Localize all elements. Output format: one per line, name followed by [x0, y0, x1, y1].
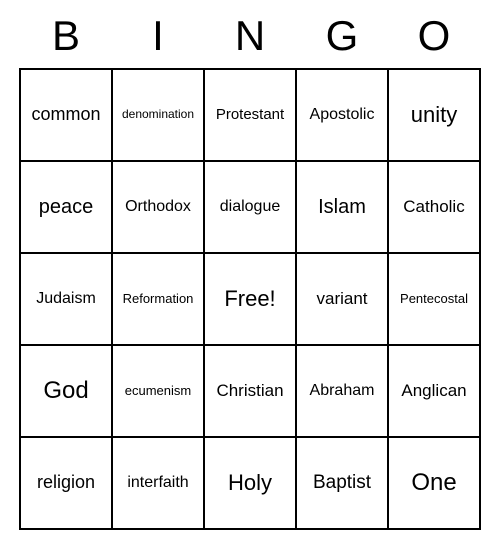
cell-text: variant [316, 290, 367, 309]
bingo-cell[interactable]: Christian [204, 345, 296, 437]
bingo-cell[interactable]: peace [20, 161, 112, 253]
cell-text: Apostolic [310, 106, 375, 124]
cell-text: Orthodox [125, 198, 191, 216]
bingo-header: B I N G O [20, 12, 480, 60]
cell-text: Islam [318, 196, 366, 218]
cell-text: Christian [216, 382, 283, 401]
bingo-cell[interactable]: variant [296, 253, 388, 345]
header-letter-i: I [112, 12, 204, 60]
cell-text: Abraham [310, 382, 375, 400]
bingo-cell[interactable]: Islam [296, 161, 388, 253]
cell-text: religion [37, 473, 95, 493]
cell-text: ecumenism [125, 384, 191, 398]
cell-text: Anglican [401, 382, 466, 401]
bingo-cell-free[interactable]: Free! [204, 253, 296, 345]
cell-text: One [411, 470, 456, 496]
cell-text: Free! [224, 287, 275, 311]
bingo-grid: common denomination Protestant Apostolic… [19, 68, 481, 530]
bingo-cell[interactable]: Anglican [388, 345, 480, 437]
cell-text: peace [39, 196, 94, 218]
cell-text: Baptist [313, 473, 371, 494]
bingo-cell[interactable]: One [388, 437, 480, 529]
bingo-cell[interactable]: interfaith [112, 437, 204, 529]
cell-text: Catholic [403, 198, 464, 217]
header-letter-n: N [204, 12, 296, 60]
cell-text: unity [411, 103, 457, 127]
header-letter-g: G [296, 12, 388, 60]
cell-text: Judaism [36, 290, 96, 308]
cell-text: Holy [228, 471, 272, 495]
bingo-cell[interactable]: ecumenism [112, 345, 204, 437]
bingo-cell[interactable]: Holy [204, 437, 296, 529]
bingo-cell[interactable]: Pentecostal [388, 253, 480, 345]
cell-text: Pentecostal [400, 292, 468, 306]
bingo-cell[interactable]: Catholic [388, 161, 480, 253]
bingo-cell[interactable]: religion [20, 437, 112, 529]
bingo-cell[interactable]: denomination [112, 69, 204, 161]
cell-text: Reformation [123, 292, 194, 306]
bingo-cell[interactable]: Baptist [296, 437, 388, 529]
bingo-cell[interactable]: Protestant [204, 69, 296, 161]
bingo-cell[interactable]: Judaism [20, 253, 112, 345]
header-letter-o: O [388, 12, 480, 60]
cell-text: denomination [122, 108, 194, 121]
cell-text: interfaith [127, 474, 188, 492]
bingo-cell[interactable]: Orthodox [112, 161, 204, 253]
header-letter-b: B [20, 12, 112, 60]
cell-text: God [43, 378, 88, 404]
cell-text: Protestant [216, 107, 284, 124]
bingo-cell[interactable]: unity [388, 69, 480, 161]
cell-text: common [31, 105, 100, 125]
bingo-cell[interactable]: common [20, 69, 112, 161]
bingo-cell[interactable]: Apostolic [296, 69, 388, 161]
bingo-cell[interactable]: God [20, 345, 112, 437]
bingo-cell[interactable]: Abraham [296, 345, 388, 437]
bingo-cell[interactable]: Reformation [112, 253, 204, 345]
cell-text: dialogue [220, 198, 281, 216]
bingo-cell[interactable]: dialogue [204, 161, 296, 253]
